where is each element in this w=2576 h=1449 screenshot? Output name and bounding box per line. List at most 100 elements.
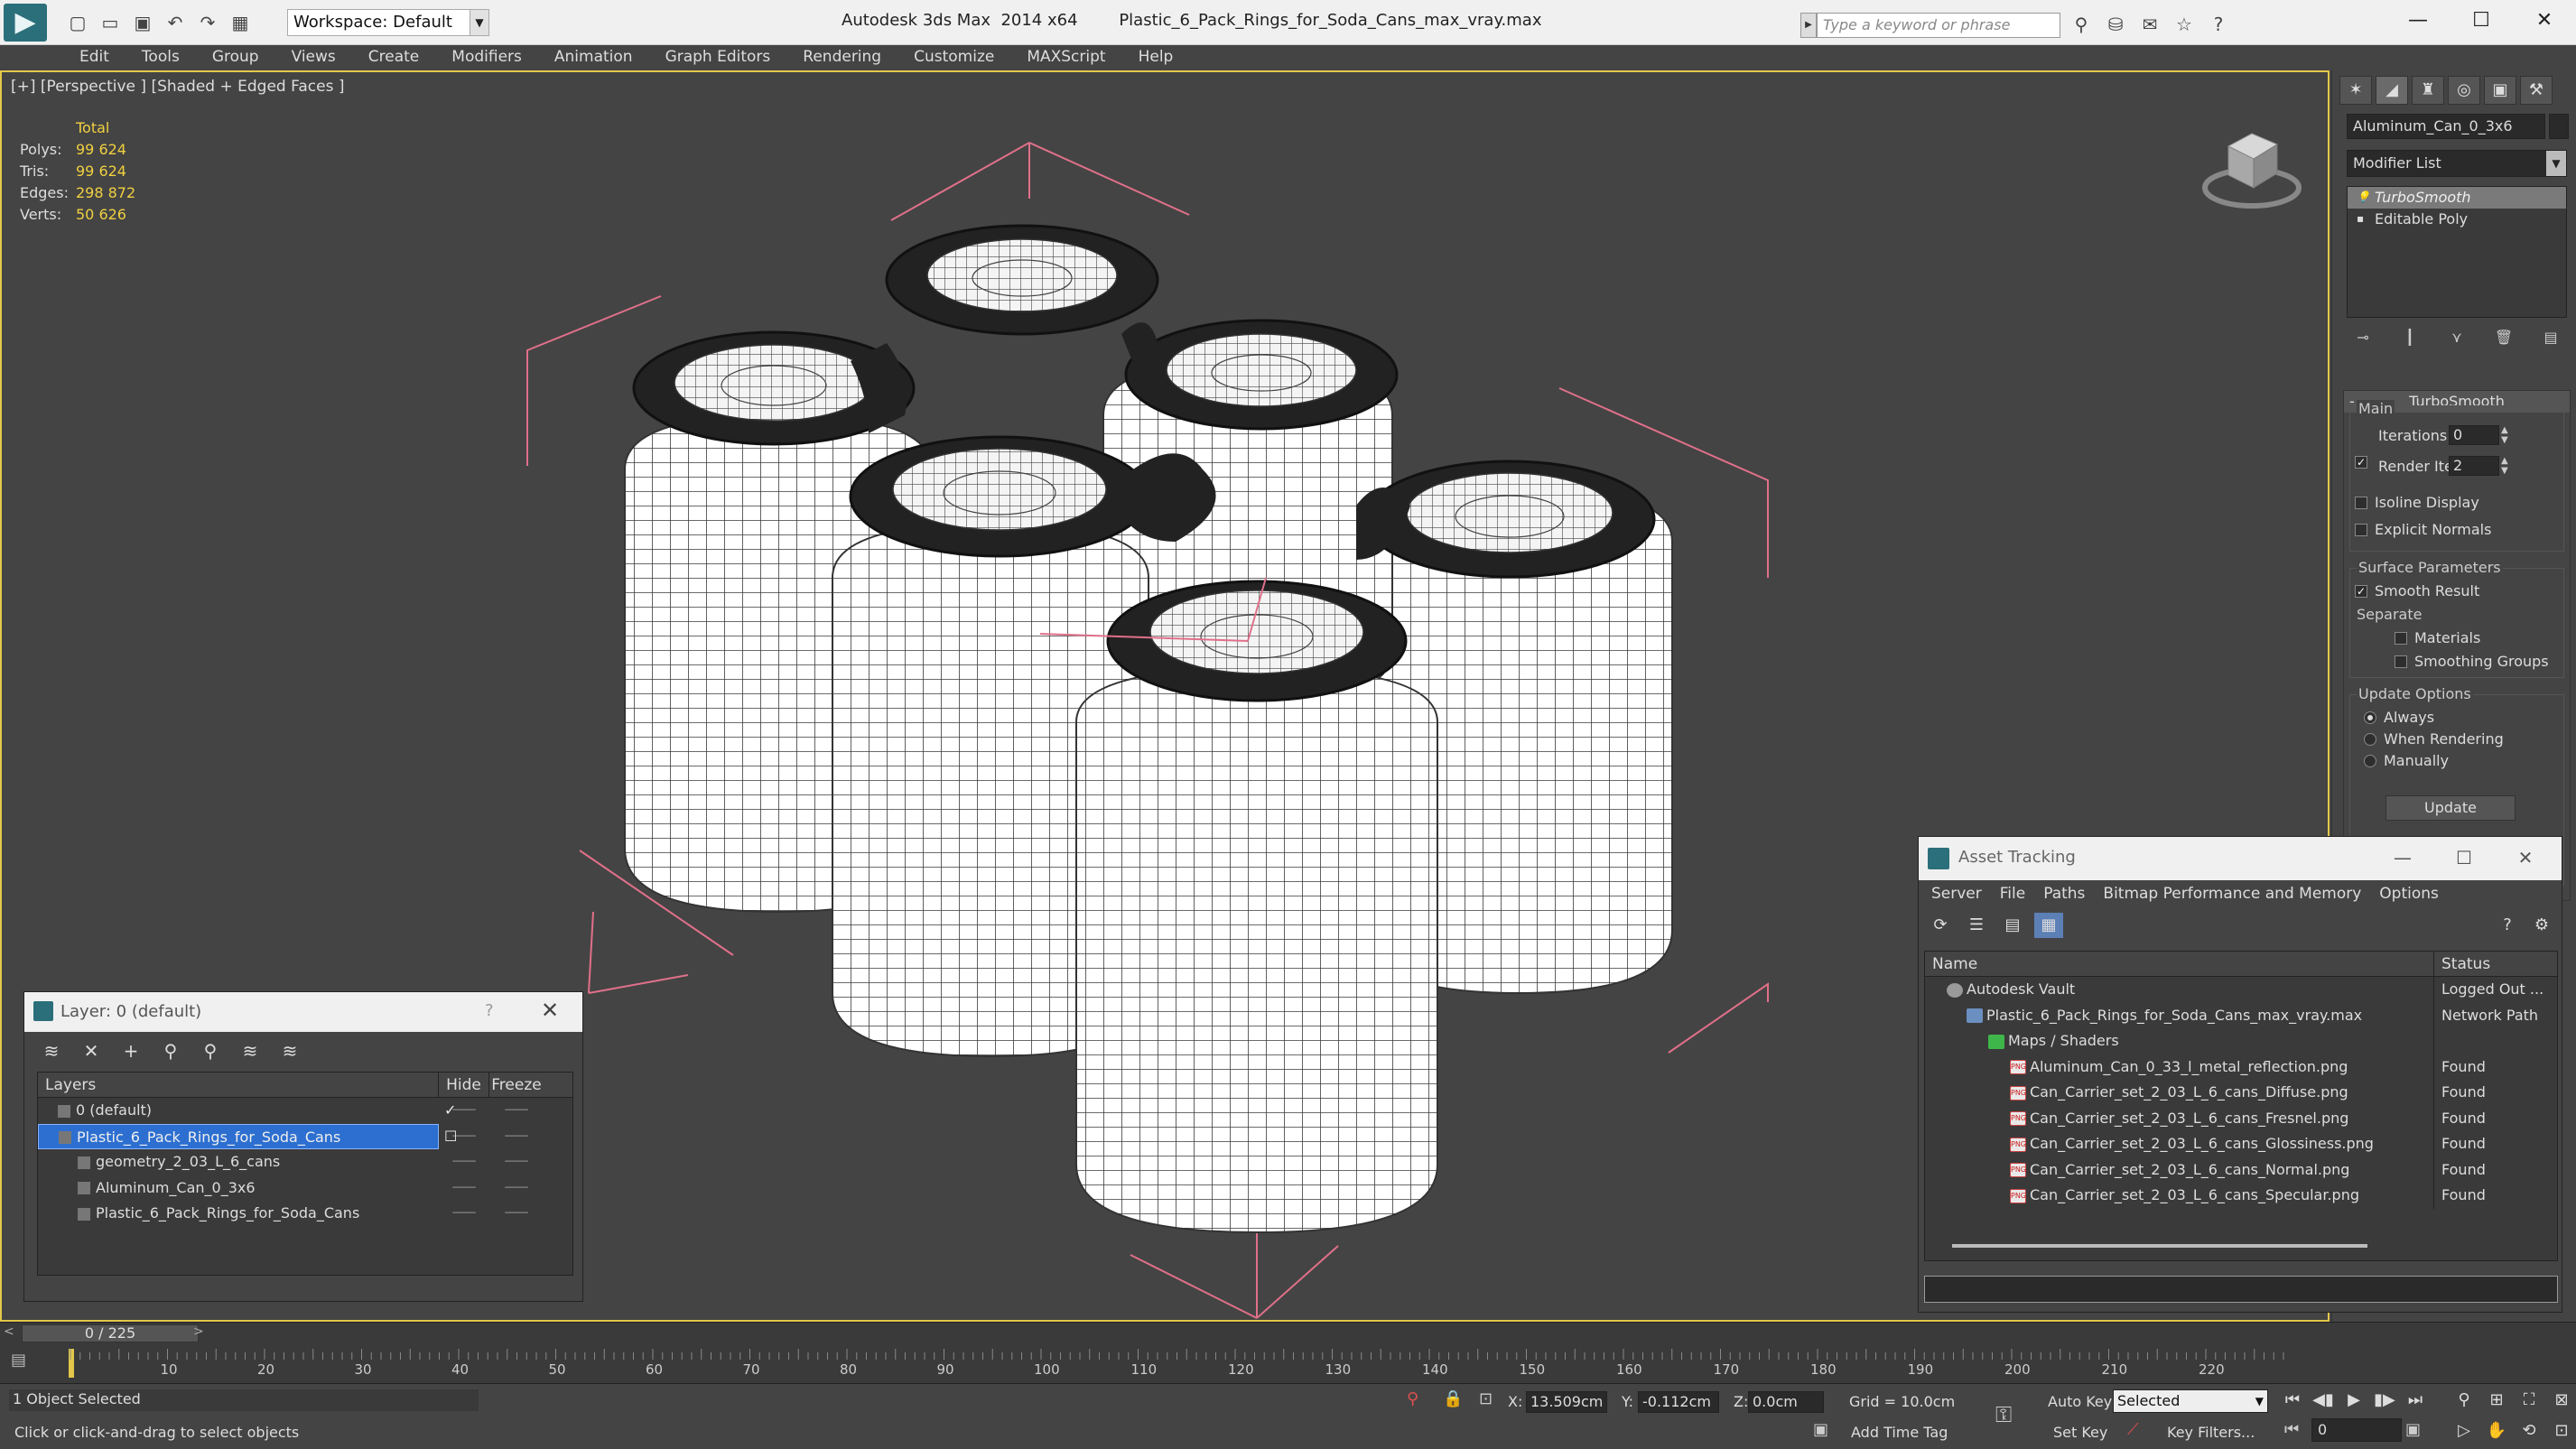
maximize-icon[interactable]: ☐ bbox=[2450, 0, 2513, 42]
tree-view-icon[interactable]: ▤ bbox=[1998, 913, 2027, 938]
freeze-toggle[interactable]: ─── bbox=[489, 1201, 544, 1227]
modifier-list-dropdown[interactable]: Modifier List ▼ bbox=[2347, 150, 2567, 177]
remove-modifier-icon[interactable]: 🗑 bbox=[2491, 325, 2516, 350]
freeze-toggle[interactable]: ─── bbox=[489, 1124, 544, 1150]
menu-modifiers[interactable]: Modifiers bbox=[435, 45, 538, 70]
maximize-viewport-icon[interactable]: ⊡ bbox=[2546, 1418, 2576, 1444]
close-icon[interactable]: ✕ bbox=[2495, 844, 2556, 871]
menu-create[interactable]: Create bbox=[352, 45, 436, 70]
minimize-icon[interactable]: — bbox=[2386, 0, 2450, 42]
hide-toggle[interactable]: ─── bbox=[439, 1149, 489, 1175]
explicit-normals-checkbox[interactable]: Explicit Normals bbox=[2355, 521, 2491, 538]
key-filters-button[interactable]: Key Filters... bbox=[2167, 1424, 2255, 1441]
asset-path-field[interactable] bbox=[1924, 1276, 2558, 1303]
zoom-all-icon[interactable]: ⊞ bbox=[2481, 1388, 2512, 1413]
select-objects-icon[interactable]: ⚲ bbox=[156, 1039, 185, 1063]
menu-maxscript[interactable]: MAXScript bbox=[1010, 45, 1121, 70]
set-key-button[interactable]: Set Key bbox=[2053, 1424, 2107, 1441]
menu-server[interactable]: Server bbox=[1922, 880, 1991, 907]
time-slider[interactable]: < 0 / 225 > bbox=[0, 1322, 2576, 1343]
keyframe-pen-icon[interactable]: ⟋ bbox=[2127, 1420, 2139, 1439]
iterations-spinner[interactable]: Iterations: 0 ▲ ▼ bbox=[2364, 425, 2517, 445]
app-logo-icon[interactable]: ▶ bbox=[4, 4, 47, 42]
active-layer-check-icon[interactable]: ✓ bbox=[444, 1101, 456, 1119]
track-bar[interactable]: ▤ 10 20 30 40 50 60 70 80 90 100 110 120 130 140 150 16… bbox=[0, 1343, 2576, 1383]
horizontal-scrollbar[interactable] bbox=[1952, 1244, 2367, 1248]
field-of-view-icon[interactable]: ▷ bbox=[2449, 1418, 2479, 1444]
table-row[interactable]: Autodesk Vault Logged Out ... bbox=[1925, 977, 2557, 1003]
y-coordinate-field[interactable]: -0.112cm bbox=[1638, 1391, 1719, 1413]
display-tab-icon[interactable]: ▣ bbox=[2484, 76, 2516, 105]
plus-icon[interactable]: ▪ bbox=[2357, 212, 2367, 225]
iterations-field[interactable]: 0 bbox=[2449, 425, 2499, 445]
column-header-name[interactable]: Name bbox=[1925, 952, 2434, 976]
layer-row[interactable]: Aluminum_Can_0_3x6 ─── ─── bbox=[38, 1175, 572, 1202]
highlight-layer-icon[interactable]: ⚲ bbox=[196, 1039, 225, 1063]
maximize-icon[interactable]: ☐ bbox=[2433, 844, 2495, 871]
column-header-layers[interactable]: Layers bbox=[38, 1073, 439, 1097]
next-frame-icon[interactable]: > bbox=[193, 1324, 204, 1339]
freeze-all-icon[interactable]: ≋ bbox=[275, 1039, 304, 1063]
close-icon[interactable]: ✕ bbox=[2513, 0, 2576, 42]
menu-views[interactable]: Views bbox=[275, 45, 352, 70]
delete-layer-icon[interactable]: ✕ bbox=[77, 1039, 106, 1063]
spinner-arrows-icon[interactable]: ▲ ▼ bbox=[2501, 425, 2508, 445]
key-mode-icon[interactable]: ⏮ bbox=[2284, 1420, 2299, 1439]
pin-stack-icon[interactable]: ⊸ bbox=[2350, 325, 2376, 350]
menu-customize[interactable]: Customize bbox=[897, 45, 1010, 70]
create-layer-icon[interactable]: ≋ bbox=[37, 1039, 66, 1063]
new-file-icon[interactable]: ▢ bbox=[63, 9, 92, 36]
table-row[interactable]: PNG Can_Carrier_set_2_03_L_6_cans_Fresnel… bbox=[1925, 1105, 2557, 1131]
zoom-icon[interactable]: ⚲ bbox=[2449, 1388, 2479, 1413]
hide-all-icon[interactable]: ≋ bbox=[236, 1039, 265, 1063]
help-icon[interactable]: ? bbox=[485, 1001, 494, 1020]
smoothing-groups-checkbox[interactable]: Smoothing Groups bbox=[2395, 653, 2549, 670]
communication-icon[interactable]: ✉ bbox=[2136, 11, 2163, 38]
update-manually-radio[interactable]: Manually bbox=[2364, 752, 2449, 769]
lightbulb-icon[interactable]: 💡 bbox=[2357, 190, 2370, 203]
search-expand-icon[interactable]: ▶ bbox=[1800, 13, 1817, 38]
time-tag-icon[interactable]: ▣ bbox=[1813, 1420, 1828, 1439]
orbit-icon[interactable]: ⟲ bbox=[2514, 1418, 2544, 1444]
layer-row[interactable]: Plastic_6_Pack_Rings_for_Soda_Cans ☐ ───… bbox=[38, 1123, 572, 1150]
menu-group[interactable]: Group bbox=[196, 45, 275, 70]
minimize-icon[interactable]: — bbox=[2372, 844, 2433, 871]
go-to-start-icon[interactable]: ⏮ bbox=[2279, 1388, 2306, 1413]
refresh-icon[interactable]: ⟳ bbox=[1926, 913, 1955, 938]
freeze-toggle[interactable]: ─── bbox=[489, 1098, 544, 1124]
table-row[interactable]: PNG Can_Carrier_set_2_03_L_6_cans_Specula… bbox=[1925, 1183, 2557, 1209]
asset-tracking-titlebar[interactable]: Asset Tracking — ☐ ✕ bbox=[1919, 837, 2562, 880]
update-when-rendering-radio[interactable]: When Rendering bbox=[2364, 730, 2504, 748]
table-row[interactable]: PNG Can_Carrier_set_2_03_L_6_cans_Glossin… bbox=[1925, 1131, 2557, 1157]
materials-checkbox[interactable]: Materials bbox=[2395, 629, 2480, 646]
subscription-icon[interactable]: ⛁ bbox=[2102, 11, 2129, 38]
table-row[interactable]: Plastic_6_Pack_Rings_for_Soda_Cans_max_v… bbox=[1925, 1002, 2557, 1028]
freeze-toggle[interactable]: ─── bbox=[489, 1149, 544, 1175]
x-coordinate-field[interactable]: 13.509cm bbox=[1526, 1391, 1607, 1413]
menu-rendering[interactable]: Rendering bbox=[786, 45, 897, 70]
binoculars-icon[interactable]: ⚲ bbox=[2068, 11, 2095, 38]
open-file-icon[interactable]: ▭ bbox=[96, 9, 125, 36]
pan-icon[interactable]: ✋ bbox=[2481, 1418, 2512, 1444]
layer-row[interactable]: 0 (default) ✓ ─── ─── bbox=[38, 1098, 572, 1124]
freeze-toggle[interactable]: ─── bbox=[489, 1175, 544, 1202]
settings-icon[interactable]: ⚙ bbox=[2527, 913, 2556, 938]
layer-row[interactable]: geometry_2_03_L_6_cans ─── ─── bbox=[38, 1149, 572, 1175]
menu-animation[interactable]: Animation bbox=[538, 45, 649, 70]
save-icon[interactable]: ▣ bbox=[128, 9, 157, 36]
auto-key-button[interactable]: Auto Key bbox=[2048, 1393, 2112, 1410]
menu-tools[interactable]: Tools bbox=[126, 45, 196, 70]
list-view-icon[interactable]: ☰ bbox=[1962, 913, 1991, 938]
set-keys-icon[interactable]: ⚿ bbox=[1995, 1402, 2012, 1427]
help-icon[interactable]: ? bbox=[2493, 913, 2522, 938]
z-coordinate-field[interactable]: 0.0cm bbox=[1748, 1391, 1824, 1413]
hide-toggle[interactable]: ─── bbox=[439, 1201, 489, 1227]
menu-bitmap-performance[interactable]: Bitmap Performance and Memory bbox=[2094, 880, 2370, 907]
viewcube-icon[interactable] bbox=[2196, 117, 2304, 217]
update-button[interactable]: Update bbox=[2385, 795, 2516, 821]
table-view-icon[interactable]: ▦ bbox=[2034, 913, 2063, 938]
key-filter-dropdown[interactable]: Selected ▼ bbox=[2113, 1389, 2268, 1413]
project-folder-icon[interactable]: ▦ bbox=[226, 9, 255, 36]
redo-icon[interactable]: ↷ bbox=[193, 9, 222, 36]
curve-editor-icon[interactable]: ▤ bbox=[11, 1351, 47, 1376]
